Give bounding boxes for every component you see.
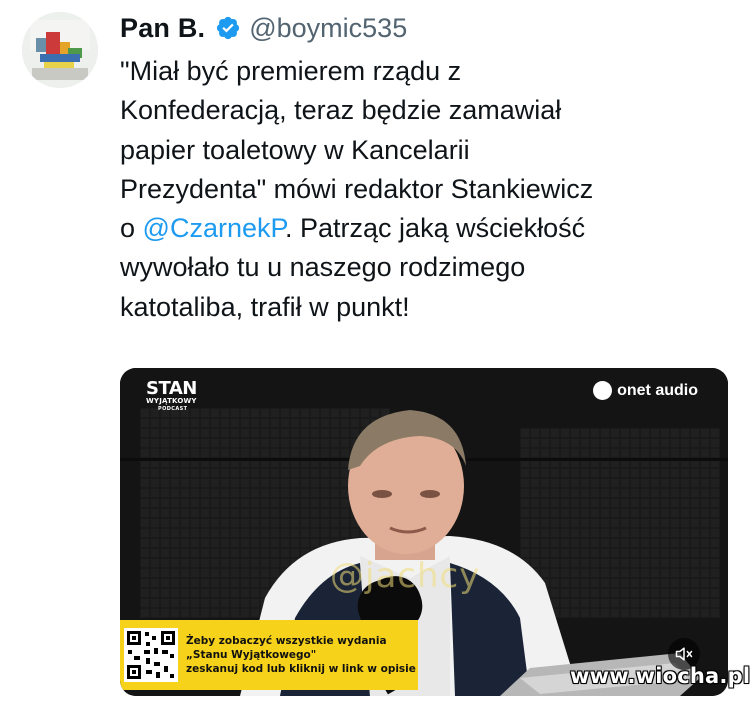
logo-title: STAN (146, 378, 197, 399)
podcast-logo: STAN WYJĄTKOWY PODCAST (146, 380, 198, 413)
overlay-watermark: @jachcy (330, 556, 481, 596)
text-fragment: . Patrząc jaką wściekłość (285, 213, 586, 244)
mention-link[interactable]: @CzarnekP (143, 213, 285, 243)
tweet-text-line: katotaliba, trafił w punkt! (120, 291, 410, 322)
tweet-text: "Miał być premierem rządu z Konfederacją… (120, 52, 720, 327)
video-player[interactable]: STAN WYJĄTKOWY PODCAST onet audio @jachc… (120, 368, 728, 696)
onet-audio-brand: onet audio (593, 381, 698, 400)
onet-dot-icon (593, 381, 613, 400)
verified-badge-icon (217, 16, 240, 40)
logo-subtitle: WYJĄTKOWY (146, 397, 197, 405)
author-name[interactable]: Pan B. (120, 13, 205, 44)
tweet-text-line: Konfederacją, teraz będzie zamawiał (120, 95, 562, 126)
tweet-text-line: wywołało tu u naszego rodzimego (120, 252, 526, 283)
promo-banner: Żeby zobaczyć wszystkie wydania „Stanu W… (120, 620, 418, 690)
author-handle[interactable]: @boymic535 (249, 13, 407, 44)
tweet-text-line: "Miał być premierem rządu z (120, 56, 462, 86)
tweet-text-line-with-mention: o @CzarnekP. Patrząc jaką wściekłość (120, 209, 720, 248)
tweet-text-line: Prezydenta" mówi redaktor Stankiewicz (120, 173, 594, 204)
text-fragment: o (120, 213, 143, 244)
brand-label: onet audio (617, 381, 698, 399)
promo-line: zeskanuj kod lub kliknij w link w opisie (186, 663, 416, 675)
tweet-text-line: papier toaletowy w Kancelarii (120, 134, 470, 165)
qr-code-icon (124, 628, 178, 682)
site-watermark: www.wiocha.pl (570, 664, 750, 688)
muted-speaker-icon (675, 647, 693, 661)
logo-tag: PODCAST (158, 406, 188, 412)
promo-line: Żeby zobaczyć wszystkie wydania (186, 635, 387, 647)
tweet-header: Pan B. @boymic535 (120, 8, 407, 48)
promo-line: „Stanu Wyjątkowego" (186, 649, 317, 661)
avatar-image (22, 12, 98, 88)
promo-text: Żeby zobaczyć wszystkie wydania „Stanu W… (186, 634, 416, 676)
avatar[interactable] (22, 12, 98, 88)
